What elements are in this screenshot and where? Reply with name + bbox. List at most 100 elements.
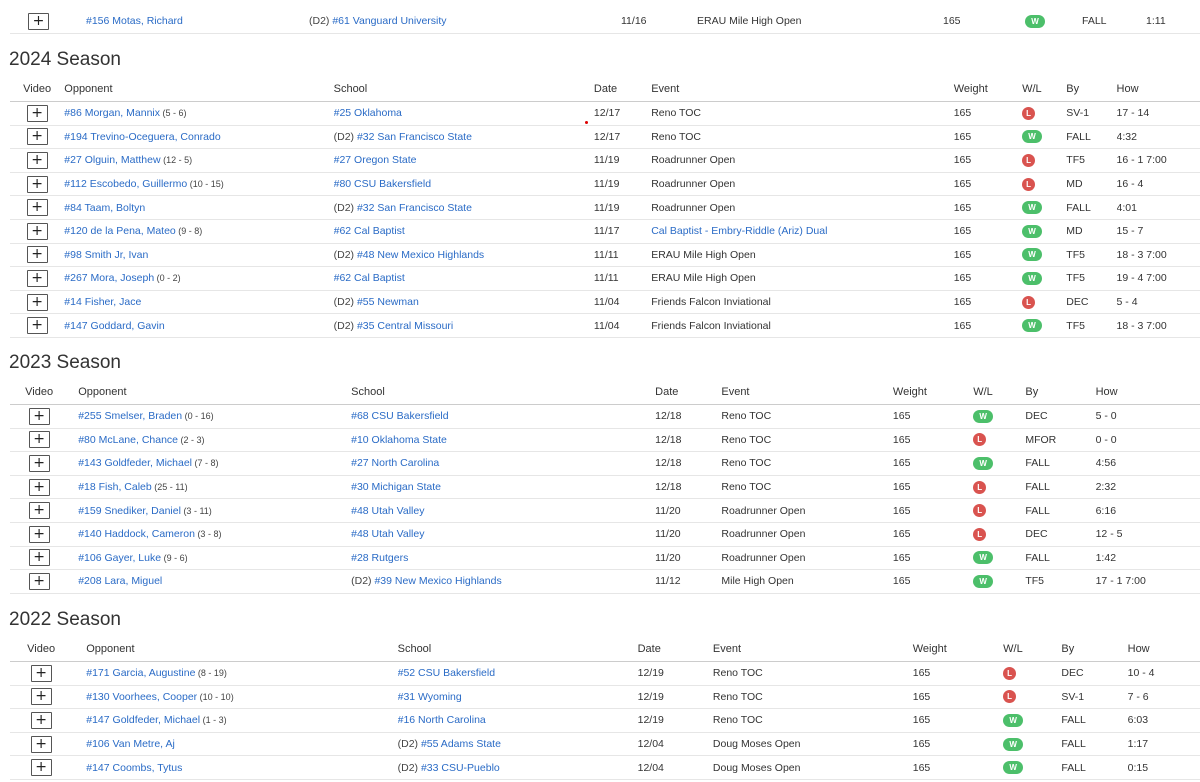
school-link[interactable]: #25 Oklahoma [334,107,402,119]
opponent-link[interactable]: #194 Trevino-Oceguera, Conrado [64,131,220,143]
opponent-link[interactable]: #18 Fish, Caleb [78,481,152,493]
school-link[interactable]: #62 Cal Baptist [334,225,405,237]
table-row: + #143 Goldfeder, Michael (7 - 8) #27 Nort… [10,451,1200,476]
opponent-link[interactable]: #130 Voorhees, Cooper [86,691,197,703]
school-link[interactable]: #48 Utah Valley [351,528,424,540]
plus-icon[interactable]: + [26,317,48,335]
opponent-link[interactable]: #106 Gayer, Luke [78,552,161,564]
school-link[interactable]: #32 San Francisco State [357,131,472,143]
school-link[interactable]: #52 CSU Bakersfield [398,667,495,679]
opponent-link[interactable]: #120 de la Pena, Mateo [64,225,176,237]
video-cell: + [10,404,69,429]
plus-icon[interactable]: + [26,269,48,287]
school-link[interactable]: #28 Rutgers [351,552,408,564]
plus-icon[interactable]: + [30,711,52,729]
school-link[interactable]: #32 San Francisco State [357,202,472,214]
opponent-link[interactable]: #267 Mora, Joseph [64,272,154,284]
school-cell: #48 Utah Valley [351,522,656,547]
plus-icon[interactable]: + [26,175,48,193]
opponent-link[interactable]: #84 Taam, Boltyn [64,202,145,214]
event-link[interactable]: Cal Baptist - Embry-Riddle (Ariz) Dual [651,225,827,237]
school-link[interactable]: #10 Oklahoma State [351,434,447,446]
by-cell: DEC [1061,661,1128,686]
opponent-cell: #267 Mora, Joseph (0 - 2) [64,266,334,291]
video-cell: + [10,125,65,150]
weight-cell: 165 [892,498,974,523]
school-cell: (D2) #32 San Francisco State [333,125,594,150]
school-link[interactable]: #27 Oregon State [334,154,417,166]
plus-icon[interactable]: + [26,293,48,311]
school-link[interactable]: #39 New Mexico Highlands [374,575,501,587]
opponent-link[interactable]: #208 Lara, Miguel [78,575,162,587]
video-cell: + [10,755,73,780]
by-cell: FALL [1025,451,1096,476]
how-cell: 0:15 [1127,755,1200,780]
opponent-record: (5 - 6) [160,108,187,119]
date-cell: 12/18 [655,404,722,429]
opponent-link[interactable]: #140 Haddock, Cameron [78,528,195,540]
plus-icon[interactable]: + [28,525,50,543]
weight-cell: 165 [953,172,1023,197]
plus-icon[interactable]: + [26,151,48,169]
video-cell: + [10,290,65,315]
plus-icon[interactable]: + [26,246,48,264]
column-header-school: School [333,77,594,102]
opponent-link[interactable]: #112 Escobedo, Guillermo [64,178,187,190]
school-link[interactable]: #61 Vanguard University [332,15,446,27]
plus-icon[interactable]: + [30,735,52,753]
school-link[interactable]: #55 Adams State [421,738,501,750]
event-cell: Cal Baptist - Embry-Riddle (Ariz) Dual [651,219,954,244]
opponent-link[interactable]: #143 Goldfeder, Michael [78,457,192,469]
plus-icon[interactable]: + [28,478,50,496]
school-link[interactable]: #80 CSU Bakersfield [334,178,431,190]
school-link[interactable]: #55 Newman [357,296,419,308]
plus-icon[interactable]: + [26,104,48,122]
opponent-link[interactable]: #106 Van Metre, Aj [86,738,175,750]
school-link[interactable]: #33 CSU-Pueblo [421,762,500,774]
opponent-link[interactable]: #27 Olguin, Matthew [64,154,160,166]
plus-icon[interactable]: + [28,502,50,520]
weight-cell: 165 [953,290,1023,315]
opponent-link[interactable]: #147 Goldfeder, Michael [86,714,200,726]
opponent-link[interactable]: #147 Coombs, Tytus [86,762,182,774]
opponent-link[interactable]: #156 Motas, Richard [86,15,183,27]
opponent-link[interactable]: #147 Goddard, Gavin [64,320,164,332]
plus-icon[interactable]: + [28,572,50,590]
opponent-link[interactable]: #98 Smith Jr, Ivan [64,249,148,261]
plus-icon[interactable]: + [26,128,48,146]
plus-icon[interactable]: + [28,407,50,425]
division-label: (D2) [333,296,357,309]
date-cell: 11/04 [593,290,652,315]
event-cell: Roadrunner Open [651,148,954,173]
plus-icon[interactable]: + [30,664,52,682]
wl-cell: W [1003,732,1062,757]
school-link[interactable]: #16 North Carolina [398,714,486,726]
event-cell: Reno TOC [712,661,913,686]
school-link[interactable]: #27 North Carolina [351,457,439,469]
plus-icon[interactable]: + [28,12,49,30]
plus-icon[interactable]: + [28,431,50,449]
school-link[interactable]: #48 New Mexico Highlands [357,249,484,261]
opponent-record: (10 - 15) [187,179,224,190]
plus-icon[interactable]: + [30,759,52,777]
school-link[interactable]: #35 Central Missouri [357,320,453,332]
opponent-link[interactable]: #86 Morgan, Mannix [64,107,160,119]
opponent-link[interactable]: #171 Garcia, Augustine [86,667,195,679]
wl-cell: W [1022,219,1067,244]
school-link[interactable]: #31 Wyoming [398,691,462,703]
plus-icon[interactable]: + [26,199,48,217]
opponent-link[interactable]: #255 Smelser, Braden [78,410,182,422]
plus-icon[interactable]: + [30,688,52,706]
table-row: + #86 Morgan, Mannix (5 - 6) #25 Oklahoma 1… [10,101,1200,126]
result-badge: L [1003,666,1017,680]
plus-icon[interactable]: + [28,549,50,567]
plus-icon[interactable]: + [28,454,50,472]
school-link[interactable]: #48 Utah Valley [351,505,424,517]
school-link[interactable]: #62 Cal Baptist [334,272,405,284]
school-link[interactable]: #68 CSU Bakersfield [351,410,448,422]
school-link[interactable]: #30 Michigan State [351,481,441,493]
opponent-link[interactable]: #159 Snediker, Daniel [78,505,181,517]
opponent-link[interactable]: #14 Fisher, Jace [64,296,141,308]
plus-icon[interactable]: + [26,222,48,240]
opponent-link[interactable]: #80 McLane, Chance [78,434,178,446]
